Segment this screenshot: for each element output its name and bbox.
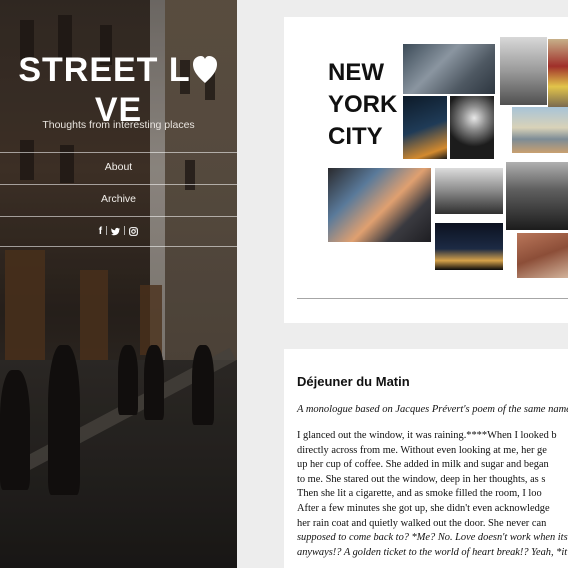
- social-links: f | |: [0, 216, 237, 246]
- collage-photo-skyline-day[interactable]: [512, 107, 568, 153]
- post-body: I glanced out the window, it was raining…: [297, 429, 568, 560]
- logo-text-left: STREET L: [18, 51, 191, 89]
- body-line-italic: anyways!? A golden ticket to the world o…: [297, 546, 568, 558]
- heart-icon: [192, 56, 217, 83]
- body-line: to me. She stared out the window, deep i…: [297, 473, 546, 485]
- collage-photo-night[interactable]: [435, 223, 503, 270]
- collage-photo-tower[interactable]: [403, 96, 447, 159]
- post-title[interactable]: Déjeuner du Matin: [297, 374, 410, 389]
- collage-photo-crowd[interactable]: [435, 168, 503, 214]
- collage-photo-taxi[interactable]: [548, 39, 568, 107]
- post-divider: [297, 298, 568, 299]
- collage-title[interactable]: NEW YORK CITY: [328, 57, 397, 153]
- social-separator: |: [105, 226, 109, 236]
- body-line: I glanced out the window, it was raining…: [297, 430, 557, 441]
- twitter-icon[interactable]: [111, 227, 121, 236]
- collage-title-line: NEW: [328, 59, 384, 86]
- body-line-italic: supposed to come back to? *Me? No. Love …: [297, 532, 568, 544]
- collage-photo-subway[interactable]: [506, 162, 568, 230]
- collage-photo-street[interactable]: [500, 37, 547, 105]
- collage-photo-silhouette[interactable]: [450, 96, 494, 159]
- social-separator: |: [123, 226, 127, 236]
- body-line: After a few minutes she got up, she didn…: [297, 502, 550, 514]
- tagline: Thoughts from interesting places: [42, 119, 195, 131]
- body-line: Then she lit a cigarette, and as smoke f…: [297, 488, 542, 500]
- nav-item-archive[interactable]: Archive: [0, 184, 237, 214]
- nav-divider: [0, 246, 237, 247]
- body-line: up her cup of coffee. She added in milk …: [297, 459, 549, 471]
- site-logo[interactable]: STREET LVE: [0, 50, 237, 130]
- collage-photo-aerial[interactable]: [403, 44, 495, 94]
- post-card-collage: NEW YORK CITY: [284, 17, 568, 323]
- sidebar: STREET LVE Thoughts from interesting pla…: [0, 0, 237, 568]
- collage-title-line: YORK: [328, 91, 398, 118]
- collage-photo-brick[interactable]: [517, 233, 568, 278]
- instagram-icon[interactable]: [129, 226, 139, 236]
- collage-photo-window[interactable]: [328, 168, 431, 242]
- nav-item-about[interactable]: About: [0, 152, 237, 182]
- facebook-icon[interactable]: f: [99, 226, 102, 237]
- body-line: her rain coat and quietly walked out the…: [297, 517, 547, 529]
- post-card-article: Déjeuner du Matin A monologue based on J…: [284, 349, 568, 568]
- collage-title-line: CITY: [328, 123, 383, 150]
- body-line: directly across from me. Without even lo…: [297, 444, 547, 456]
- post-subtitle: A monologue based on Jacques Prévert's p…: [297, 404, 568, 415]
